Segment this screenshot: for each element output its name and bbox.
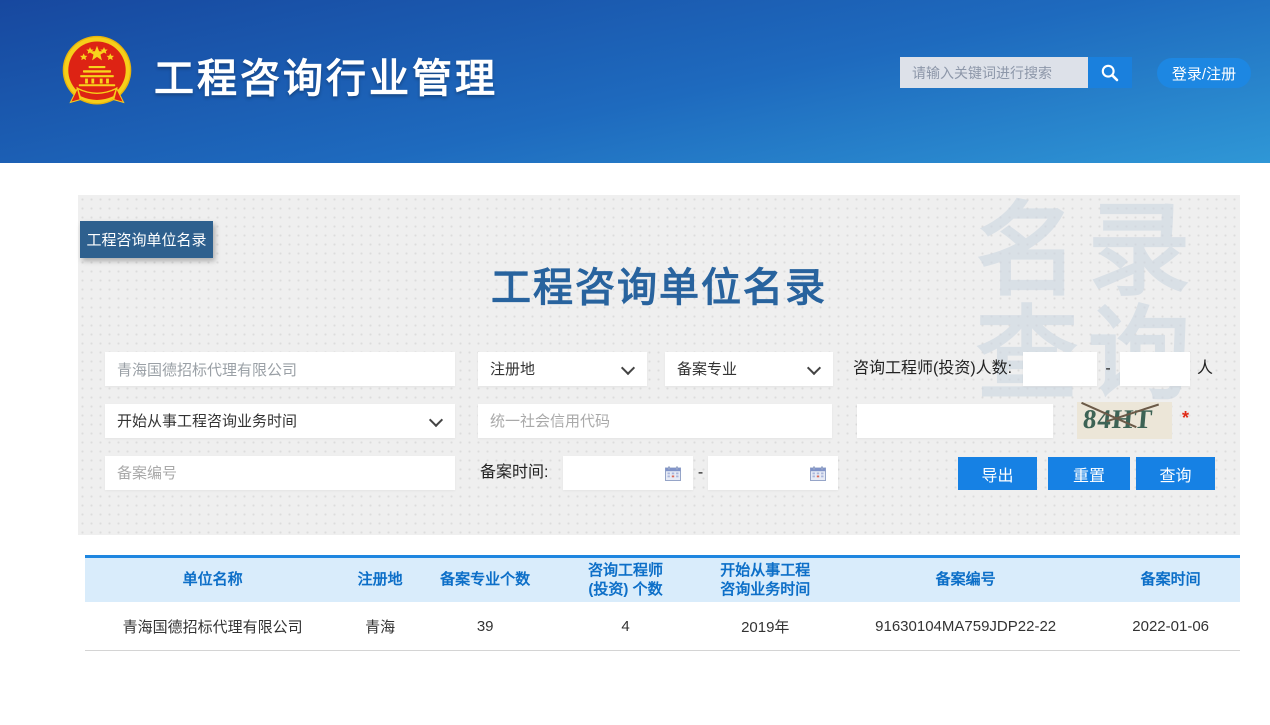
record-time-from-input[interactable] [563,456,693,490]
col-header-record-number: 备案编号 [830,558,1101,602]
consultant-count-unit: 人 [1197,352,1213,386]
start-business-time-select-wrap: 开始从事工程咨询业务时间 [105,404,455,438]
site-title: 工程咨询行业管理 [154,46,498,104]
consultant-count-label: 咨询工程师(投资)人数: [853,352,1012,386]
consultant-count-min-input[interactable] [1023,352,1097,386]
cell-consultant-count: 4 [550,602,700,650]
table-row[interactable]: 青海国德招标代理有限公司 青海 39 4 2019年 91630104MA759… [85,602,1240,651]
record-time-from-wrap [563,456,693,490]
registration-place-select[interactable]: 注册地 [478,352,647,386]
range-separator: - [1100,352,1116,386]
start-business-time-select[interactable]: 开始从事工程咨询业务时间 [105,404,455,438]
table-header-row: 单位名称 注册地 备案专业个数 咨询工程师(投资) 个数 开始从事工程咨询业务时… [85,558,1240,602]
reset-button[interactable]: 重置 [1048,457,1130,490]
col-header-start-time: 开始从事工程咨询业务时间 [701,558,830,602]
cell-specialty-count: 39 [420,602,551,650]
record-specialty-select[interactable]: 备案专业 [665,352,833,386]
page: 工程咨询行业管理 登录/注册 名录 查询 工程咨询单位名录 工程咨询单位名录 [0,0,1270,725]
national-emblem-logo [62,34,132,112]
consultant-count-max-input[interactable] [1120,352,1190,386]
company-name-input[interactable] [105,352,455,386]
date-range-separator: - [693,456,708,490]
col-header-unit-name: 单位名称 [85,558,340,602]
record-time-to-input[interactable] [708,456,838,490]
col-header-consultant-count: 咨询工程师(投资) 个数 [550,558,700,602]
query-button[interactable]: 查询 [1136,457,1215,490]
record-time-to-wrap [708,456,838,490]
keyword-search-input[interactable] [900,57,1088,88]
record-number-input[interactable] [105,456,455,490]
magnifier-icon [1100,63,1120,83]
cell-unit-name: 青海国德招标代理有限公司 [85,602,340,650]
credit-code-input[interactable] [478,404,832,438]
col-header-record-time: 备案时间 [1101,558,1240,602]
cell-registration-place: 青海 [340,602,420,650]
record-specialty-select-wrap: 备案专业 [665,352,833,386]
cell-record-number: 91630104MA759JDP22-22 [830,602,1101,650]
record-time-label: 备案时间: [480,456,548,490]
directory-panel: 名录 查询 工程咨询单位名录 工程咨询单位名录 注册地 备案专业 咨询工程师(投… [78,195,1240,535]
search-button[interactable] [1088,57,1132,88]
results-table: 单位名称 注册地 备案专业个数 咨询工程师(投资) 个数 开始从事工程咨询业务时… [85,555,1240,651]
site-header: 工程咨询行业管理 登录/注册 [0,0,1270,163]
cell-start-time: 2019年 [701,602,830,650]
col-header-specialty-count: 备案专业个数 [420,558,551,602]
cell-record-time: 2022-01-06 [1101,602,1240,650]
col-header-registration-place: 注册地 [340,558,420,602]
login-register-button[interactable]: 登录/注册 [1157,58,1251,88]
filter-form: 注册地 备案专业 咨询工程师(投资)人数: - 人 开始从事工程咨询业务时间 [78,195,1240,535]
required-mark: * [1182,408,1189,429]
export-button[interactable]: 导出 [958,457,1037,490]
captcha-image[interactable]: 84HT [1077,402,1172,439]
registration-place-select-wrap: 注册地 [478,352,647,386]
captcha-input[interactable] [857,404,1053,438]
